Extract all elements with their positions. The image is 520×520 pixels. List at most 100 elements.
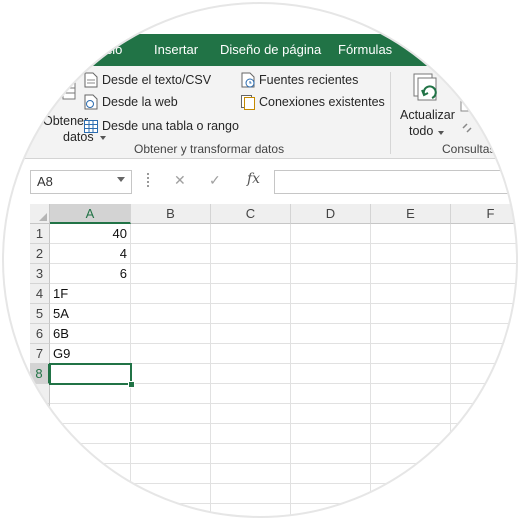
cell-b4[interactable] <box>131 284 211 304</box>
cell-b11[interactable] <box>131 424 211 444</box>
cell-d13[interactable] <box>291 464 371 484</box>
cell-e6[interactable] <box>371 324 451 344</box>
row-header-10[interactable] <box>30 404 50 424</box>
cell-d1[interactable] <box>291 224 371 244</box>
cell-d7[interactable] <box>291 344 371 364</box>
row-header-14[interactable] <box>30 484 50 504</box>
cell-d15[interactable] <box>291 504 371 520</box>
cell-b6[interactable] <box>131 324 211 344</box>
cell-c4[interactable] <box>211 284 291 304</box>
cell-e11[interactable] <box>371 424 451 444</box>
cell-c12[interactable] <box>211 444 291 464</box>
cell-c3[interactable] <box>211 264 291 284</box>
cell-a7[interactable]: G9 <box>50 344 131 364</box>
cell-d8[interactable] <box>291 364 371 384</box>
cell-d2[interactable] <box>291 244 371 264</box>
cell-d3[interactable] <box>291 264 371 284</box>
cell-e4[interactable] <box>371 284 451 304</box>
tab-diseno-de-pagina[interactable]: Diseño de página <box>220 34 321 66</box>
cell-b13[interactable] <box>131 464 211 484</box>
cell-c8[interactable] <box>211 364 291 384</box>
cell-f6[interactable] <box>451 324 520 344</box>
cell-c15[interactable] <box>211 504 291 520</box>
cell-f14[interactable] <box>451 484 520 504</box>
row-header-1[interactable]: 1 <box>30 224 50 244</box>
cell-d10[interactable] <box>291 404 371 424</box>
cell-b10[interactable] <box>131 404 211 424</box>
cell-f4[interactable] <box>451 284 520 304</box>
cell-c9[interactable] <box>211 384 291 404</box>
cell-a10[interactable] <box>50 404 131 424</box>
cell-c1[interactable] <box>211 224 291 244</box>
cell-e15[interactable] <box>371 504 451 520</box>
cell-b5[interactable] <box>131 304 211 324</box>
cell-c2[interactable] <box>211 244 291 264</box>
cell-b15[interactable] <box>131 504 211 520</box>
cell-d11[interactable] <box>291 424 371 444</box>
cell-c14[interactable] <box>211 484 291 504</box>
cell-e13[interactable] <box>371 464 451 484</box>
cell-b7[interactable] <box>131 344 211 364</box>
cell-a9[interactable] <box>50 384 131 404</box>
cell-e2[interactable] <box>371 244 451 264</box>
column-header-b[interactable]: B <box>131 204 211 224</box>
cancel-icon[interactable]: ✕ <box>174 172 186 189</box>
cell-d5[interactable] <box>291 304 371 324</box>
refresh-all-button[interactable]: Actualizar todo <box>398 70 456 140</box>
column-header-c[interactable]: C <box>211 204 291 224</box>
cell-b12[interactable] <box>131 444 211 464</box>
enter-icon[interactable]: ✓ <box>209 172 221 189</box>
cell-d4[interactable] <box>291 284 371 304</box>
cell-c5[interactable] <box>211 304 291 324</box>
row-header-6[interactable]: 6 <box>30 324 50 344</box>
tab-formulas[interactable]: Fórmulas <box>338 34 392 66</box>
cell-d14[interactable] <box>291 484 371 504</box>
cell-a15[interactable] <box>50 504 131 520</box>
cell-f11[interactable] <box>451 424 520 444</box>
cell-b2[interactable] <box>131 244 211 264</box>
cell-e12[interactable] <box>371 444 451 464</box>
row-header-9[interactable] <box>30 384 50 404</box>
cell-a11[interactable] <box>50 424 131 444</box>
cell-a5[interactable]: 5A <box>50 304 131 324</box>
cell-e8[interactable] <box>371 364 451 384</box>
cell-c6[interactable] <box>211 324 291 344</box>
cell-a12[interactable] <box>50 444 131 464</box>
fill-handle[interactable] <box>128 381 135 388</box>
cell-a4[interactable]: 1F <box>50 284 131 304</box>
cell-e9[interactable] <box>371 384 451 404</box>
formula-input[interactable] <box>274 170 520 194</box>
get-data-button[interactable]: Obtener datos <box>30 76 106 144</box>
cell-c7[interactable] <box>211 344 291 364</box>
row-header-15[interactable] <box>30 504 50 520</box>
row-header-8[interactable]: 8 <box>30 364 50 384</box>
column-header-a[interactable]: A <box>50 204 131 224</box>
cell-e14[interactable] <box>371 484 451 504</box>
cell-a6[interactable]: 6B <box>50 324 131 344</box>
cell-a14[interactable] <box>50 484 131 504</box>
cell-e5[interactable] <box>371 304 451 324</box>
insert-function-icon[interactable]: fx <box>247 171 260 187</box>
cell-f5[interactable] <box>451 304 520 324</box>
cell-d6[interactable] <box>291 324 371 344</box>
tab-insertar[interactable]: Insertar <box>154 34 198 66</box>
cell-d12[interactable] <box>291 444 371 464</box>
cell-f2[interactable] <box>451 244 520 264</box>
cell-f12[interactable] <box>451 444 520 464</box>
row-header-11[interactable] <box>30 424 50 444</box>
chevron-down-icon[interactable] <box>117 177 125 182</box>
cell-a3[interactable]: 6 <box>50 264 131 284</box>
cell-f1[interactable] <box>451 224 520 244</box>
column-header-e[interactable]: E <box>371 204 451 224</box>
cell-a1[interactable]: 40 <box>50 224 131 244</box>
cell-f9[interactable] <box>451 384 520 404</box>
cell-b14[interactable] <box>131 484 211 504</box>
row-header-2[interactable]: 2 <box>30 244 50 264</box>
column-header-f[interactable]: F <box>451 204 520 224</box>
row-header-13[interactable] <box>30 464 50 484</box>
cell-b8[interactable] <box>131 364 211 384</box>
row-header-3[interactable]: 3 <box>30 264 50 284</box>
cell-f8[interactable] <box>451 364 520 384</box>
cell-e3[interactable] <box>371 264 451 284</box>
cell-f7[interactable] <box>451 344 520 364</box>
